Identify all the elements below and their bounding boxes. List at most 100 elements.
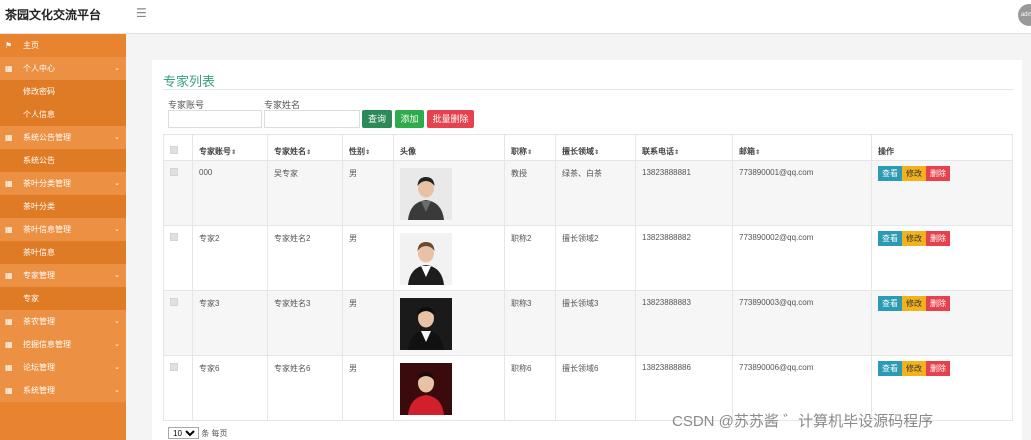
sidebar-item-label: 系统公告 (23, 156, 55, 165)
sidebar-item-0[interactable]: ⚑ 主页 (0, 34, 126, 57)
table-row: 专家2 专家姓名2 男 职称2 擅长领域2 13823888882 773890002@qq… (163, 225, 1013, 291)
cell-title: 教授 (504, 160, 556, 226)
expert-photo (400, 363, 504, 415)
row-checkbox[interactable] (163, 225, 193, 291)
cell-actions: 查看 修改 删除 (871, 290, 1013, 356)
col-field[interactable]: 擅长领域⇕ (555, 134, 636, 161)
batch-delete-button[interactable]: 批量删除 (427, 110, 474, 128)
cell-email: 773890001@qq.com (732, 160, 872, 226)
cell-gender: 男 (342, 225, 394, 291)
sidebar-item-5[interactable]: 系统公告 (0, 149, 126, 172)
col-gender[interactable]: 性别⇕ (342, 134, 394, 161)
col-actions: 操作 (871, 134, 1013, 161)
delete-button[interactable]: 删除 (926, 296, 950, 311)
cell-gender: 男 (342, 160, 394, 226)
col-account[interactable]: 专家账号⇕ (192, 134, 268, 161)
view-button[interactable]: 查看 (878, 231, 902, 246)
row-checkbox[interactable] (163, 355, 193, 421)
sidebar-item-6[interactable]: ▦ 茶叶分类管理 ⌄ (0, 172, 126, 195)
add-button[interactable]: 添加 (395, 110, 424, 128)
col-name[interactable]: 专家姓名⇕ (267, 134, 343, 161)
delete-button[interactable]: 删除 (926, 231, 950, 246)
cell-avatar (393, 160, 505, 226)
sidebar-item-4[interactable]: ▦ 系统公告管理 ⌄ (0, 126, 126, 149)
sidebar-item-14[interactable]: ▦ 论坛管理 ⌄ (0, 356, 126, 379)
chevron-down-icon: ⌄ (114, 134, 120, 141)
row-checkbox[interactable] (163, 290, 193, 356)
sidebar-item-3[interactable]: 个人信息 (0, 103, 126, 126)
avatar[interactable]: admin (1018, 4, 1031, 26)
cell-title: 职称6 (504, 355, 556, 421)
col-email[interactable]: 邮箱⇕ (732, 134, 872, 161)
sidebar-item-label: 系统公告管理 (23, 133, 71, 142)
view-button[interactable]: 查看 (878, 296, 902, 311)
sidebar-item-12[interactable]: ▦ 茶农管理 ⌄ (0, 310, 126, 333)
sidebar-item-15[interactable]: ▦ 系统管理 ⌄ (0, 379, 126, 402)
view-button[interactable]: 查看 (878, 166, 902, 181)
col-title[interactable]: 职称⇕ (504, 134, 556, 161)
cell-field: 擅长领域2 (555, 225, 636, 291)
sidebar-item-label: 论坛管理 (23, 363, 55, 372)
grid-icon: ▦ (5, 386, 13, 395)
flag-icon: ⚑ (5, 41, 13, 50)
sidebar-item-9[interactable]: 茶叶信息 (0, 241, 126, 264)
sidebar-item-2[interactable]: 修改密码 (0, 80, 126, 103)
col-phone[interactable]: 联系电话⇕ (635, 134, 733, 161)
query-button[interactable]: 查询 (362, 110, 392, 128)
cell-name: 吴专家 (267, 160, 343, 226)
cell-gender: 男 (342, 290, 394, 356)
cell-account: 专家6 (192, 355, 268, 421)
expert-photo (400, 298, 504, 350)
col-avatar: 头像 (393, 134, 505, 161)
sidebar-item-label: 茶叶分类管理 (23, 179, 71, 188)
edit-button[interactable]: 修改 (902, 296, 926, 311)
sidebar-item-label: 主页 (23, 41, 39, 50)
chevron-down-icon: ⌄ (114, 180, 120, 187)
expert-photo (400, 233, 504, 285)
chevron-down-icon: ⌄ (114, 387, 120, 394)
sidebar-item-1[interactable]: ▦ 个人中心 ⌄ (0, 57, 126, 80)
cell-actions: 查看 修改 删除 (871, 225, 1013, 291)
edit-button[interactable]: 修改 (902, 361, 926, 376)
delete-button[interactable]: 删除 (926, 166, 950, 181)
grid-icon: ▦ (5, 340, 13, 349)
sidebar-item-label: 茶叶信息 (23, 248, 55, 257)
sidebar-item-label: 茶叶分类 (23, 202, 55, 211)
cell-name: 专家姓名6 (267, 355, 343, 421)
chevron-down-icon: ⌄ (114, 318, 120, 325)
cell-account: 专家2 (192, 225, 268, 291)
row-checkbox[interactable] (163, 160, 193, 226)
select-all-checkbox[interactable] (163, 134, 193, 161)
grid-icon: ▦ (5, 64, 13, 73)
cell-title: 职称2 (504, 225, 556, 291)
sidebar: ⚑ 主页 ▦ 个人中心 ⌄ 修改密码 个人信息 ▦ 系统公告管理 ⌄ 系统公告 ▦ 茶叶分类管理 ⌄ 茶叶分… (0, 34, 126, 440)
sidebar-item-7[interactable]: 茶叶分类 (0, 195, 126, 218)
name-input[interactable] (264, 110, 360, 128)
sidebar-item-label: 茶农管理 (23, 317, 55, 326)
grid-icon: ▦ (5, 179, 13, 188)
cell-account: 专家3 (192, 290, 268, 356)
sidebar-item-label: 专家管理 (23, 271, 55, 280)
edit-button[interactable]: 修改 (902, 231, 926, 246)
account-input[interactable] (168, 110, 262, 128)
cell-name: 专家姓名3 (267, 290, 343, 356)
top-bar: 茶园文化交流平台 ☰ admin (0, 0, 1031, 34)
table-row: 000 吴专家男 教授 绿茶、白茶 13823888881 773890001@qq.co… (163, 160, 1013, 226)
cell-actions: 查看 修改 删除 (871, 160, 1013, 226)
table-header-row: 专家账号⇕ 专家姓名⇕ 性别⇕ 头像 职称⇕ 擅长领域⇕ 联系电话⇕ 邮箱⇕ 操… (163, 134, 1013, 161)
sidebar-item-8[interactable]: ▦ 茶叶信息管理 ⌄ (0, 218, 126, 241)
sidebar-item-11[interactable]: 专家 (0, 287, 126, 310)
table-row: 专家3 专家姓名3 男 职称3 擅长领域3 13823888883 773890003@qq… (163, 290, 1013, 356)
grid-icon: ▦ (5, 363, 13, 372)
grid-icon: ▦ (5, 133, 13, 142)
edit-button[interactable]: 修改 (902, 166, 926, 181)
view-button[interactable]: 查看 (878, 361, 902, 376)
page-size-select[interactable]: 10 (168, 427, 199, 439)
chevron-down-icon: ⌄ (114, 341, 120, 348)
sidebar-item-13[interactable]: ▦ 挖掘信息管理 ⌄ (0, 333, 126, 356)
pager: 10 条 每页 (168, 427, 227, 439)
delete-button[interactable]: 删除 (926, 361, 950, 376)
menu-icon[interactable]: ☰ (136, 6, 147, 20)
watermark: CSDN @苏苏酱 ゛计算机毕设源码程序 (672, 413, 934, 430)
sidebar-item-10[interactable]: ▦ 专家管理 ⌄ (0, 264, 126, 287)
